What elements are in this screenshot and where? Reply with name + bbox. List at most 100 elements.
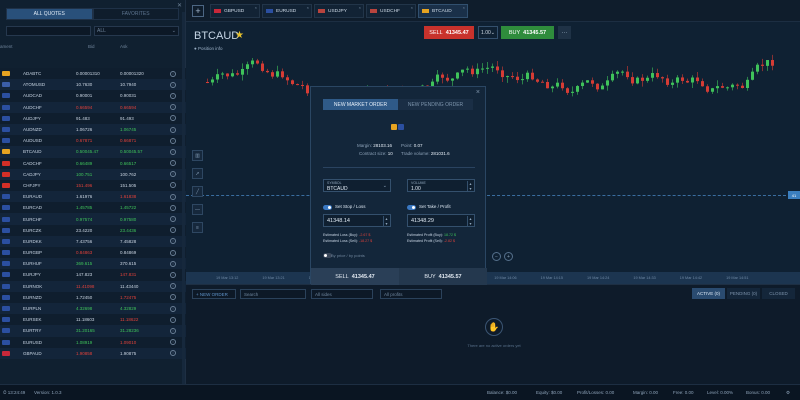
quote-row[interactable]: EURHUF 369.615 370.615 i [0, 258, 186, 270]
info-icon[interactable]: i [170, 92, 176, 99]
new-order-button[interactable]: + NEW ORDER [192, 289, 236, 299]
volume-stepper[interactable]: ▲ ▼ [467, 181, 473, 192]
info-icon[interactable]: i [170, 249, 176, 256]
info-icon[interactable]: i [170, 148, 176, 155]
add-chart-button[interactable]: + [192, 5, 204, 17]
quote-row[interactable]: EURPLN 4.32698 4.32829 i [0, 302, 186, 315]
chart-tab-btcaud[interactable]: BTCAUD × [418, 4, 468, 18]
increment-icon[interactable]: ▲ [469, 182, 472, 186]
quote-row[interactable]: BTCAUD 0.50045.47 0.50045.57 i [0, 146, 186, 158]
info-icon[interactable]: i [170, 227, 176, 234]
quote-row[interactable]: EURCZK 23.4220 23.4436 i [0, 224, 186, 236]
fibonacci-icon[interactable]: ≡ [192, 222, 203, 233]
indicators-icon[interactable]: ▥ [192, 150, 203, 161]
chart-tab-gbpusd[interactable]: GBPUSD × [210, 4, 260, 18]
info-icon[interactable]: i [170, 204, 176, 211]
profits-select[interactable]: All profits [380, 289, 442, 299]
quote-row[interactable]: EURCAD 1.45785 1.45722 i [0, 202, 186, 214]
take-profit-stepper[interactable]: ▲ ▼ [467, 216, 473, 227]
quote-row[interactable]: ATOMUSD 10.7630 10.7940 i [0, 79, 186, 91]
quote-row[interactable]: ADABTC 0.00001310 0.00001320 i [0, 68, 186, 80]
info-icon[interactable]: i [170, 216, 176, 223]
quote-row[interactable]: EURUSD 1.08919 1.09010 i [0, 336, 186, 348]
sides-select[interactable]: All sides [311, 289, 373, 299]
quotes-filter-select[interactable]: ALL ⌄ [94, 26, 179, 36]
zoom-in-icon[interactable]: + [504, 252, 513, 261]
close-tab-icon[interactable]: × [255, 5, 257, 10]
zoom-out-icon[interactable]: − [492, 252, 501, 261]
quote-row[interactable]: AUDCAD 0.90001 0.90031 i [0, 90, 186, 102]
favorite-star-icon[interactable]: ★ [235, 30, 244, 41]
tab-market-order[interactable]: NEW MARKET ORDER [323, 99, 398, 110]
stop-loss-toggle[interactable] [323, 205, 332, 210]
info-icon[interactable]: i [170, 294, 176, 301]
quote-row[interactable]: CHFJPY 151.496 151.505 i [0, 179, 186, 192]
quote-row[interactable]: EURSEK 11.18603 11.18622 i [0, 314, 186, 326]
info-icon[interactable]: i [170, 104, 176, 111]
chart-buy-button[interactable]: BUY 41345.57 [501, 26, 554, 39]
quote-row[interactable]: EURCHF 0.97574 0.97580 i [0, 213, 186, 225]
info-icon[interactable]: i [170, 350, 176, 357]
quote-row[interactable]: EURNOK 11.41098 11.43440 i [0, 280, 186, 292]
modal-buy-button[interactable]: BUY 41345.57 [399, 268, 487, 285]
quote-row[interactable]: EURGBP 0.84863 0.84869 i [0, 247, 186, 259]
take-profit-toggle[interactable] [407, 205, 416, 210]
quote-row[interactable]: AUDNZD 1.06726 1.06745 i [0, 123, 186, 136]
quote-row[interactable]: CADJPY 100.751 100.762 i [0, 168, 186, 180]
horizontal-line-icon[interactable]: — [192, 204, 203, 215]
symbol-select[interactable]: SYMBOL BTCAUD ⌄ [323, 179, 391, 192]
info-icon[interactable]: i [170, 115, 176, 122]
stop-loss-stepper[interactable]: ▲ ▼ [383, 216, 389, 227]
tab-favorites[interactable]: FAVORITES [92, 8, 179, 20]
info-icon[interactable]: i [170, 305, 176, 312]
trendline-icon[interactable]: ╱ [192, 186, 203, 197]
close-icon[interactable]: ✕ [177, 2, 182, 9]
info-icon[interactable]: i [170, 137, 176, 144]
info-icon[interactable]: i [170, 271, 176, 278]
info-icon[interactable]: i [170, 316, 176, 323]
info-icon[interactable]: i [170, 81, 176, 88]
tab-active-orders[interactable]: ACTIVE (0) [692, 288, 725, 299]
take-profit-input[interactable]: 41348.29 ▲ ▼ [407, 214, 475, 227]
chart-area[interactable]: 41 BTCAUD ★ ● Position info SELL 41345.47… [186, 22, 800, 284]
quote-row[interactable]: EURDKK 7.43756 7.45828 i [0, 235, 186, 247]
info-icon[interactable]: i [170, 339, 176, 346]
quote-row[interactable]: AUDJPY 91.483 91.493 i [0, 112, 186, 124]
info-icon[interactable]: i [170, 171, 176, 178]
info-icon[interactable]: i [170, 70, 176, 77]
tab-pending-order[interactable]: NEW PENDING ORDER [398, 99, 473, 110]
quote-row[interactable]: GBPAUD 1.90858 1.90875 i [0, 347, 186, 359]
quote-row[interactable]: AUDCHF 0.66594 0.66594 i [0, 101, 186, 113]
info-icon[interactable]: i [170, 160, 176, 167]
chart-sell-button[interactable]: SELL 41345.47 [424, 26, 474, 39]
close-icon[interactable]: × [476, 89, 480, 96]
quote-row[interactable]: AUDUSD 0.67871 0.66871 i [0, 135, 186, 147]
info-icon[interactable]: i [170, 193, 176, 200]
tab-all-quotes[interactable]: ALL QUOTES [6, 8, 93, 20]
close-tab-icon[interactable]: × [411, 5, 413, 10]
quote-row[interactable]: EURNZD 1.72450 1.72475 i [0, 291, 186, 303]
chart-tab-usdchf[interactable]: USDCHF × [366, 4, 416, 18]
info-icon[interactable]: i [170, 126, 176, 133]
cursor-icon[interactable]: ➚ [192, 168, 203, 179]
info-icon[interactable]: i [170, 327, 176, 334]
info-icon[interactable]: i [170, 260, 176, 267]
modal-sell-button[interactable]: SELL 41345.47 [311, 268, 399, 285]
orders-search-input[interactable]: Search [240, 289, 306, 299]
close-tab-icon[interactable]: × [307, 5, 309, 10]
lot-select[interactable]: 1.00 ⌄ [478, 26, 498, 39]
quote-row[interactable]: EURAUD 1.61976 1.61838 i [0, 191, 186, 203]
position-info-link[interactable]: ● Position info [194, 46, 222, 51]
quote-row[interactable]: CADCHF 0.66489 0.66517 i [0, 157, 186, 169]
quote-row[interactable]: EURTRY 31.20165 31.28236 i [0, 325, 186, 337]
volume-field[interactable]: VOLUME 1.00 ▲ ▼ [407, 179, 475, 192]
quotes-scrollbar[interactable] [182, 12, 185, 386]
decrement-icon[interactable]: ▼ [469, 187, 472, 191]
chart-tab-usdjpy[interactable]: USDJPY × [314, 4, 364, 18]
quote-row[interactable]: EURJPY 147.823 147.831 i [0, 269, 186, 281]
tab-pending-orders[interactable]: PENDING (0) [727, 288, 760, 299]
chart-tab-eurusd[interactable]: EURUSD × [262, 4, 312, 18]
settings-icon[interactable]: ⚙ [786, 390, 790, 396]
tab-closed-orders[interactable]: CLOSED [762, 288, 795, 299]
stop-loss-input[interactable]: 41348.14 ▲ ▼ [323, 214, 391, 227]
